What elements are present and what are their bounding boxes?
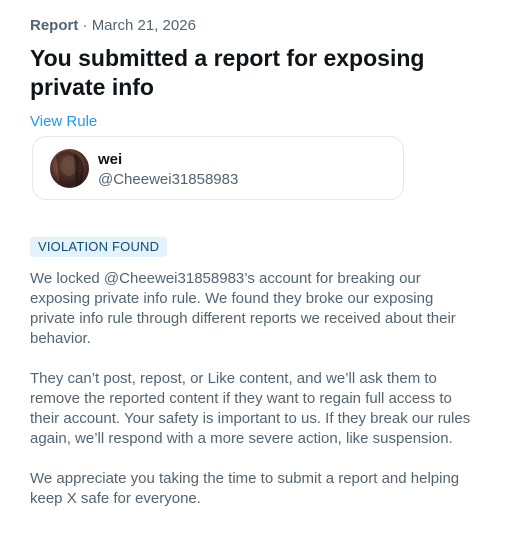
body-paragraph-3: We appreciate you taking the time to sub… (30, 470, 460, 507)
report-body: We locked @Cheewei31858983’s account for… (30, 269, 482, 529)
report-date: March 21, 2026 (91, 17, 196, 34)
reported-user-name: wei (98, 151, 123, 168)
body-paragraph-2: They can’t post, repost, or Like content… (30, 370, 471, 447)
reported-user-handle: @Cheewei31858983 (98, 171, 239, 188)
avatar-image-icon (56, 151, 84, 187)
avatar (50, 149, 89, 188)
report-label: Report (30, 17, 79, 34)
status-badge: VIOLATION FOUND (30, 237, 168, 257)
body-paragraph-1: We locked @Cheewei31858983’s account for… (30, 270, 456, 347)
view-rule-link[interactable]: View Rule (30, 112, 97, 132)
report-meta: Report · March 21, 2026 (30, 14, 490, 38)
reported-user-card[interactable]: wei @Cheewei31858983 (32, 136, 404, 200)
report-header: Report · March 21, 2026 You submitted a … (30, 14, 490, 132)
page-title: You submitted a report for exposing priv… (30, 45, 425, 100)
meta-separator: · (82, 17, 88, 34)
